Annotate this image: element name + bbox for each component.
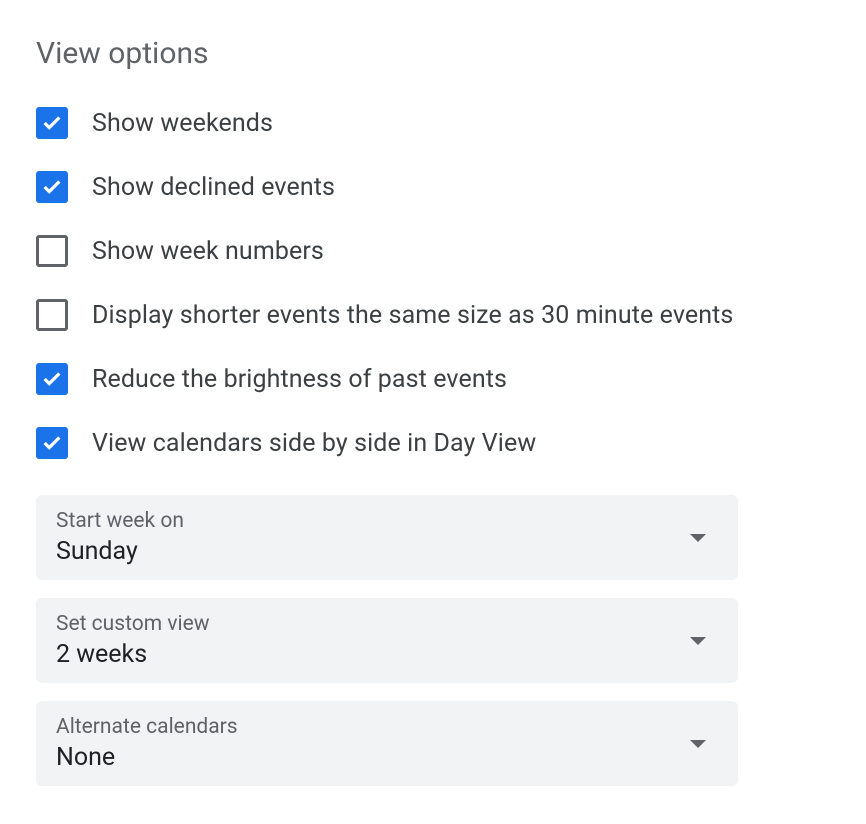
dropdown-alternate-calendars[interactable]: Alternate calendars None — [36, 701, 738, 786]
check-icon — [41, 112, 63, 134]
dropdown-value: 2 weeks — [56, 640, 210, 669]
checkbox-icon[interactable] — [36, 235, 68, 267]
checkbox-row-show-week-numbers[interactable]: Show week numbers — [36, 235, 830, 267]
checkbox-icon[interactable] — [36, 427, 68, 459]
checkbox-icon[interactable] — [36, 299, 68, 331]
checkbox-row-reduce-brightness[interactable]: Reduce the brightness of past events — [36, 363, 830, 395]
checkbox-label: Show declined events — [92, 173, 335, 202]
dropdown-list: Start week on Sunday Set custom view 2 w… — [36, 495, 830, 786]
check-icon — [41, 368, 63, 390]
dropdown-start-week-on[interactable]: Start week on Sunday — [36, 495, 738, 580]
check-icon — [41, 176, 63, 198]
checkbox-list: Show weekends Show declined events Show … — [36, 107, 830, 459]
dropdown-label: Start week on — [56, 509, 184, 533]
checkbox-label: Show weekends — [92, 109, 273, 138]
checkbox-label: Reduce the brightness of past events — [92, 365, 507, 394]
chevron-down-icon — [690, 740, 706, 748]
dropdown-label: Set custom view — [56, 612, 210, 636]
section-title: View options — [36, 36, 830, 71]
checkbox-row-show-weekends[interactable]: Show weekends — [36, 107, 830, 139]
dropdown-text: Start week on Sunday — [56, 509, 184, 566]
checkbox-icon[interactable] — [36, 107, 68, 139]
dropdown-label: Alternate calendars — [56, 715, 238, 739]
chevron-down-icon — [690, 637, 706, 645]
dropdown-text: Alternate calendars None — [56, 715, 238, 772]
checkbox-icon[interactable] — [36, 363, 68, 395]
checkbox-label: Display shorter events the same size as … — [92, 301, 733, 330]
checkbox-row-show-declined-events[interactable]: Show declined events — [36, 171, 830, 203]
checkbox-row-view-side-by-side[interactable]: View calendars side by side in Day View — [36, 427, 830, 459]
checkbox-label: Show week numbers — [92, 237, 324, 266]
dropdown-value: Sunday — [56, 537, 184, 566]
checkbox-row-display-shorter-events[interactable]: Display shorter events the same size as … — [36, 299, 830, 331]
checkbox-label: View calendars side by side in Day View — [92, 429, 536, 458]
check-icon — [41, 432, 63, 454]
dropdown-set-custom-view[interactable]: Set custom view 2 weeks — [36, 598, 738, 683]
checkbox-icon[interactable] — [36, 171, 68, 203]
chevron-down-icon — [690, 534, 706, 542]
dropdown-text: Set custom view 2 weeks — [56, 612, 210, 669]
dropdown-value: None — [56, 743, 238, 772]
